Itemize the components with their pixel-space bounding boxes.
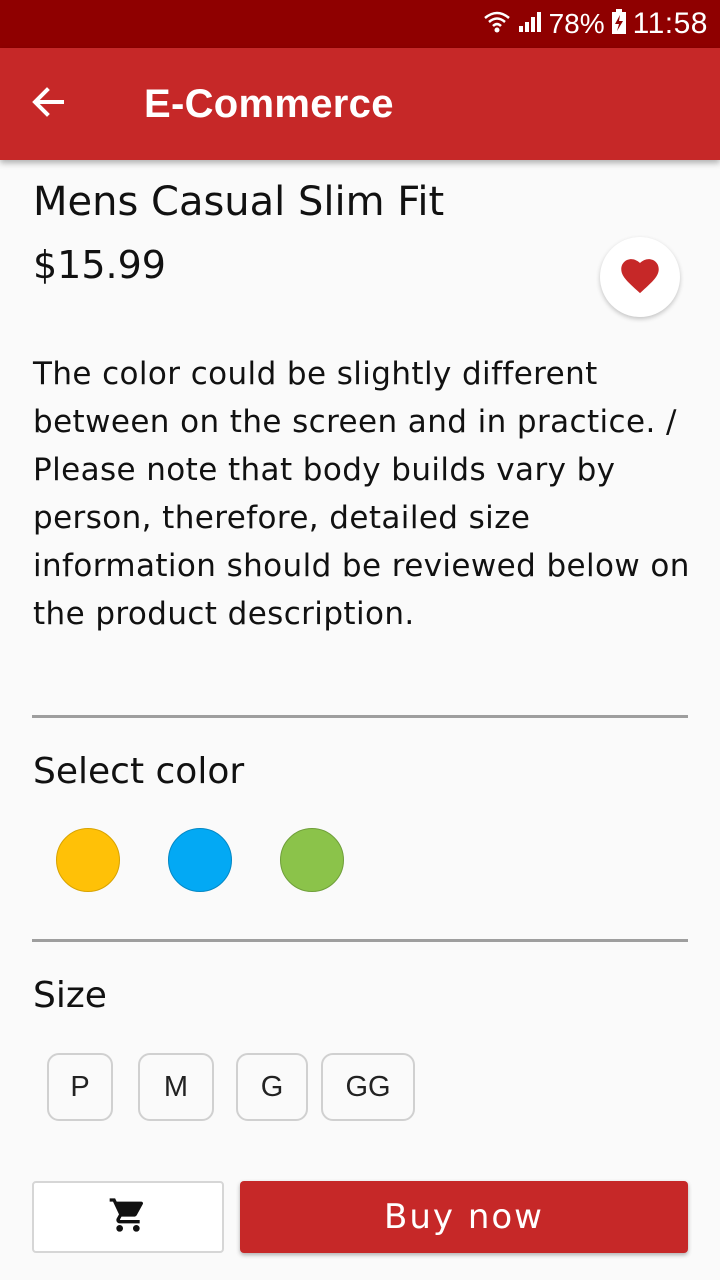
product-price: $15.99 (33, 243, 166, 287)
size-chip-g[interactable]: G (236, 1053, 308, 1121)
back-button[interactable] (16, 72, 80, 136)
signal-icon (517, 10, 543, 39)
color-swatch-blue[interactable] (168, 828, 232, 892)
divider (32, 715, 688, 718)
size-title: Size (33, 975, 107, 1016)
buy-now-button[interactable]: Buy now (240, 1181, 688, 1253)
favorite-button[interactable] (600, 237, 680, 317)
status-bar: 78% 11:58 (0, 0, 720, 48)
color-swatch-green[interactable] (280, 828, 344, 892)
cart-icon (108, 1195, 148, 1239)
battery-percent: 78% (548, 8, 605, 39)
clock: 11:58 (632, 7, 708, 40)
size-chip-gg[interactable]: GG (321, 1053, 415, 1121)
battery-charging-icon (611, 8, 627, 40)
app-bar: E-Commerce (0, 48, 720, 160)
size-chip-m[interactable]: M (138, 1053, 214, 1121)
color-swatch-yellow[interactable] (56, 828, 120, 892)
arrow-back-icon (30, 84, 66, 124)
divider (32, 939, 688, 942)
product-name: Mens Casual Slim Fit (33, 179, 445, 225)
product-description: The color could be slightly different be… (33, 356, 690, 632)
size-chip-p[interactable]: P (47, 1053, 113, 1121)
wifi-icon (483, 9, 511, 40)
app-title: E-Commerce (144, 81, 394, 126)
heart-icon (618, 255, 662, 299)
select-color-title: Select color (33, 751, 245, 792)
add-to-cart-button[interactable] (32, 1181, 224, 1253)
